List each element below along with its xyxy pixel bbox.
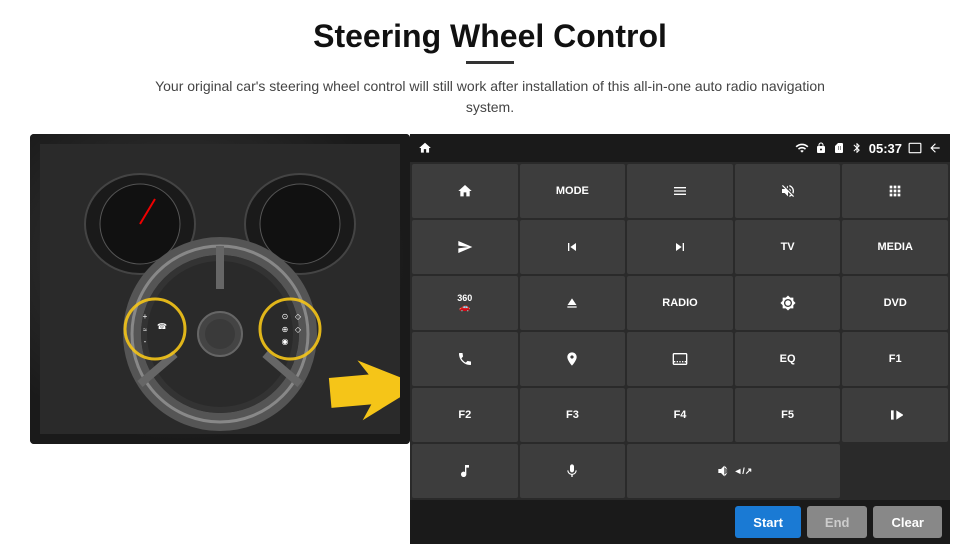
btn-f2[interactable]: F2 [412,388,518,442]
svg-text:-: - [144,337,147,346]
btn-phone[interactable] [412,332,518,386]
mute-btn-icon [780,183,796,199]
sim-icon [833,142,845,154]
send-btn-icon [457,239,473,255]
btn-f3[interactable]: F3 [520,388,626,442]
svg-text:◇: ◇ [295,312,302,321]
page-container: Steering Wheel Control Your original car… [0,0,980,544]
list-btn-icon [672,183,688,199]
button-grid: MODE TV [410,162,950,500]
start-button[interactable]: Start [735,506,801,538]
prev-btn-icon [564,239,580,255]
btn-media[interactable]: MEDIA [842,220,948,274]
title-divider [466,61,514,64]
car-image: + ≈ - ☎ ⊙ ◇ ⊕ ◇ ◉ [30,134,410,444]
btn-list[interactable] [627,164,733,218]
end-button[interactable]: End [807,506,868,538]
btn-home[interactable] [412,164,518,218]
back-icon [928,141,942,155]
screen2-btn-icon [672,351,688,367]
bluetooth-icon [851,142,863,154]
screen-icon [908,141,922,155]
phone-btn-icon [457,351,473,367]
btn-apps[interactable] [842,164,948,218]
svg-text:◇: ◇ [295,325,302,334]
btn-vol[interactable]: ◄/↗ [627,444,840,498]
navi-btn-icon [564,351,580,367]
status-bar-left [418,141,432,155]
mic-btn-icon [564,463,580,479]
vol-label: ◄/↗ [733,466,752,477]
status-time: 05:37 [869,141,902,156]
btn-mic[interactable] [520,444,626,498]
btn-eject[interactable] [520,276,626,330]
btn-360[interactable]: 360🚗 [412,276,518,330]
btn-dvd[interactable]: DVD [842,276,948,330]
360-label: 360🚗 [457,294,472,312]
steering-wheel-illustration: + ≈ - ☎ ⊙ ◇ ⊕ ◇ ◉ [40,144,400,434]
btn-screen2[interactable] [627,332,733,386]
svg-text:≈: ≈ [143,327,147,334]
lock-icon [815,142,827,154]
car-image-bg: + ≈ - ☎ ⊙ ◇ ⊕ ◇ ◉ [30,134,410,444]
btn-tv[interactable]: TV [735,220,841,274]
control-panel: 05:37 MODE [410,134,950,544]
btn-f4[interactable]: F4 [627,388,733,442]
svg-text:☎: ☎ [157,322,167,331]
btn-prev[interactable] [520,220,626,274]
btn-music[interactable] [412,444,518,498]
status-bar: 05:37 [410,134,950,162]
svg-text:◉: ◉ [282,337,289,346]
btn-navi[interactable] [520,332,626,386]
status-bar-right: 05:37 [795,141,942,156]
btn-next[interactable] [627,220,733,274]
svg-text:⊙: ⊙ [282,312,289,321]
action-bar: Start End Clear [410,500,950,544]
btn-mode[interactable]: MODE [520,164,626,218]
eject-btn-icon [564,295,580,311]
clear-button[interactable]: Clear [873,506,942,538]
btn-radio[interactable]: RADIO [627,276,733,330]
btn-brightness[interactable] [735,276,841,330]
btn-f1[interactable]: F1 [842,332,948,386]
page-subtitle: Your original car's steering wheel contr… [140,76,840,118]
page-title: Steering Wheel Control [313,18,667,55]
svg-text:⊕: ⊕ [282,325,289,334]
svg-text:+: + [143,312,148,321]
home-icon [418,141,432,155]
content-area: + ≈ - ☎ ⊙ ◇ ⊕ ◇ ◉ [30,134,950,544]
apps-btn-icon [887,183,903,199]
vol-btn-icon [715,463,731,479]
btn-f5[interactable]: F5 [735,388,841,442]
btn-mute[interactable] [735,164,841,218]
music-btn-icon [457,463,473,479]
wifi-icon [795,141,809,155]
brightness-btn-icon [780,295,796,311]
playpause-btn-icon [887,407,903,423]
btn-send[interactable] [412,220,518,274]
btn-eq[interactable]: EQ [735,332,841,386]
next-btn-icon [672,239,688,255]
btn-playpause[interactable] [842,388,948,442]
home-btn-icon [457,183,473,199]
